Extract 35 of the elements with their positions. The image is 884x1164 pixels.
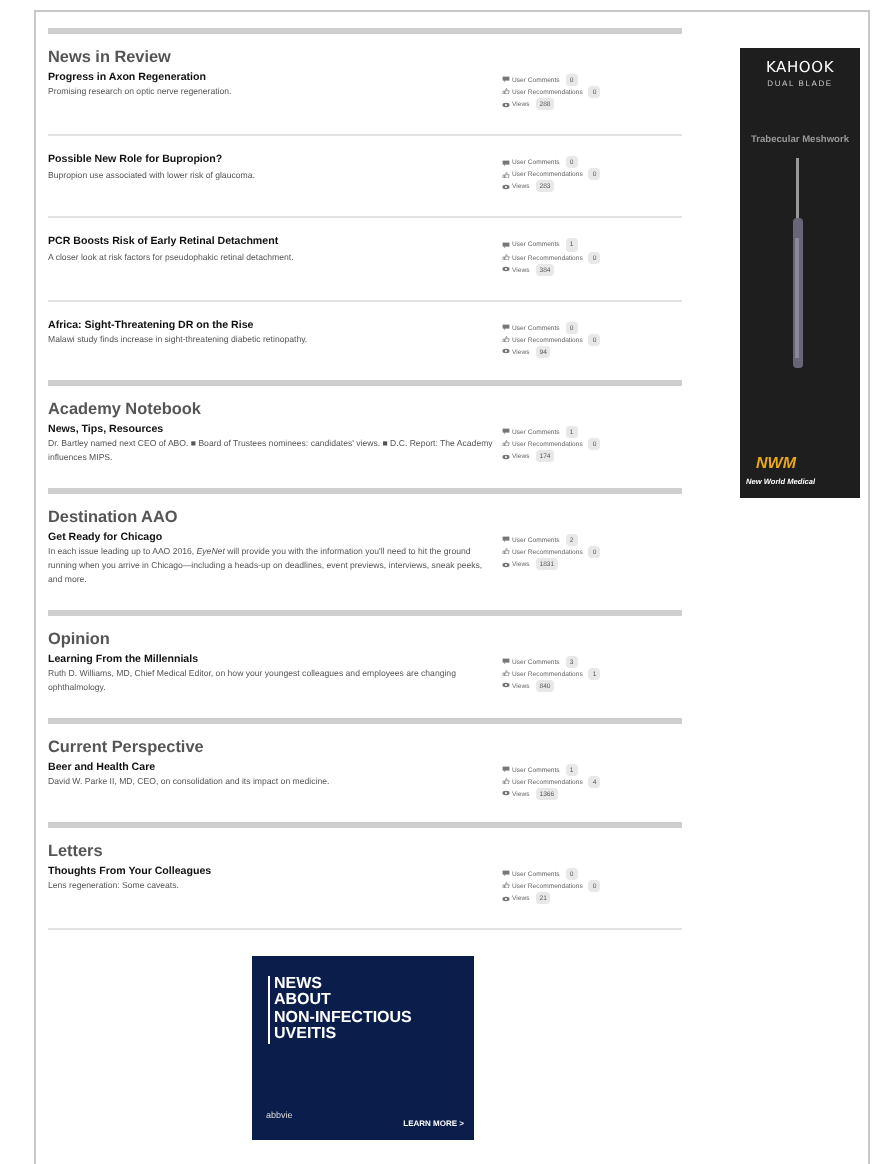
thumbs-up-icon (502, 171, 510, 178)
comment-icon (502, 241, 510, 248)
section-heading: Academy Notebook (48, 399, 203, 420)
thumbs-up-icon (502, 254, 510, 261)
comment-icon (502, 159, 510, 166)
comment-icon (502, 536, 510, 543)
section-heading: Letters (48, 841, 105, 862)
eye-icon (502, 790, 510, 797)
section-heading: Current Perspective (48, 737, 206, 758)
comment-icon (502, 658, 510, 665)
ad-headline: NEWS ABOUT NON-INFECTIOUS UVEITIS (268, 976, 474, 1044)
thumbs-up-icon (502, 670, 510, 677)
eye-icon (502, 561, 510, 568)
thumbs-up-icon (502, 440, 510, 447)
eye-icon (502, 453, 510, 460)
eye-icon (502, 348, 510, 355)
eye-icon (502, 895, 510, 902)
thumbs-up-icon (502, 336, 510, 343)
ad-logo: NWM (756, 452, 796, 476)
comment-icon (502, 766, 510, 773)
thumbs-up-icon (502, 548, 510, 555)
section-heading: News in Review (48, 48, 173, 68)
eye-icon (502, 682, 510, 689)
eye-icon (502, 266, 510, 273)
thumbs-up-icon (502, 88, 510, 95)
comment-icon (502, 76, 510, 83)
comment-icon (502, 870, 510, 877)
eye-icon (502, 183, 510, 190)
thumbs-up-icon (502, 778, 510, 785)
thumbs-up-icon (502, 882, 510, 889)
comment-icon (502, 428, 510, 435)
section-heading: Opinion (48, 629, 112, 650)
comment-icon (502, 324, 510, 331)
section-heading: Destination AAO (48, 507, 180, 528)
eye-icon (502, 101, 510, 108)
